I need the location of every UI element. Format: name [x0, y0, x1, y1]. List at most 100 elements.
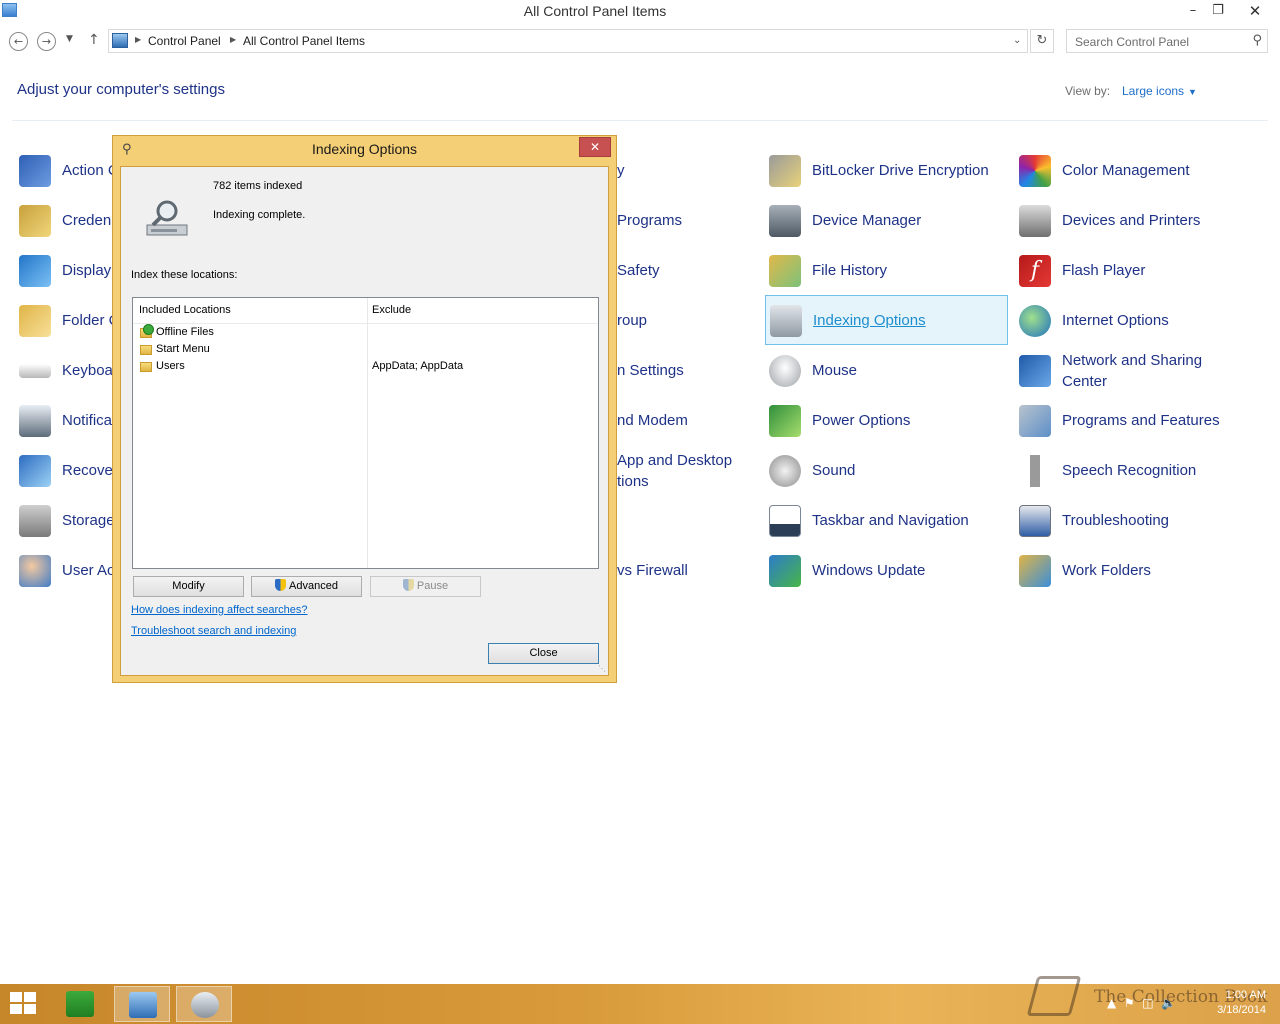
link-indexing-affect-searches[interactable]: How does indexing affect searches? [131, 604, 308, 616]
item-power-options[interactable]: Power Options [765, 396, 1008, 444]
item-device-manager[interactable]: Device Manager [765, 196, 1008, 244]
item-label: nd Modem [617, 412, 688, 429]
modify-button[interactable]: Modify [133, 576, 244, 597]
breadcrumb-separator-icon[interactable]: ▶ [135, 35, 141, 44]
list-item[interactable]: Users AppData; AppData [140, 360, 595, 377]
item-label: Devices and Printers [1062, 212, 1201, 229]
list-item[interactable]: Offline Files [140, 324, 595, 343]
recovery-icon [19, 455, 51, 487]
item-label: y [617, 162, 625, 179]
item-label: Folder C [62, 312, 120, 329]
microphone-icon [1019, 455, 1051, 487]
taskbar-indexing-options[interactable] [176, 986, 232, 1022]
folder-icon [19, 305, 51, 337]
globe-icon [1019, 305, 1051, 337]
dialog-body: 782 items indexed Indexing complete. Ind… [120, 166, 609, 676]
column-header-exclude[interactable]: Exclude [372, 304, 411, 316]
item-flash-player[interactable]: f Flash Player [1015, 246, 1265, 294]
taskbar-store[interactable] [52, 986, 108, 1022]
control-panel-icon [112, 33, 128, 48]
pause-button[interactable]: Pause [370, 576, 481, 597]
item-speech-recognition[interactable]: Speech Recognition [1015, 446, 1265, 494]
address-dropdown-icon[interactable]: ⌄ [1013, 35, 1021, 46]
location-name: Users [156, 360, 185, 372]
link-troubleshoot-search[interactable]: Troubleshoot search and indexing [131, 625, 296, 637]
item-devices-printers[interactable]: Devices and Printers [1015, 196, 1265, 244]
items-indexed-count: 782 items indexed [213, 180, 303, 192]
breadcrumb-all-items[interactable]: All Control Panel Items [243, 34, 365, 48]
resize-grip-icon[interactable]: ⋱ [598, 664, 606, 673]
search-input[interactable]: Search Control Panel ⚲ [1066, 29, 1268, 53]
item-label: User Ac [62, 562, 115, 579]
address-bar[interactable]: ▶ Control Panel ▶ All Control Panel Item… [108, 29, 1028, 53]
clock[interactable]: 1:00 AM 3/18/2014 [1200, 988, 1266, 1018]
refresh-button[interactable]: ↻ [1030, 29, 1054, 53]
item-label: Recove [62, 462, 113, 479]
indexing-status: Indexing complete. [213, 209, 306, 221]
advanced-label: Advanced [289, 580, 338, 592]
users-icon [19, 555, 51, 587]
item-label: Action C [62, 162, 119, 179]
item-label: Device Manager [812, 212, 922, 229]
start-button[interactable] [10, 992, 38, 1016]
printer-icon [1019, 205, 1051, 237]
divider [12, 120, 1268, 121]
offline-folder-icon [140, 324, 154, 338]
item-label: File History [812, 262, 888, 279]
breadcrumb-separator-icon[interactable]: ▶ [230, 35, 236, 44]
taskbar-control-panel[interactable] [114, 986, 170, 1022]
restore-button[interactable]: ❐ [1205, 0, 1231, 22]
item-troubleshooting[interactable]: Troubleshooting [1015, 496, 1265, 544]
item-internet-options[interactable]: Internet Options [1015, 296, 1265, 344]
item-network-sharing[interactable]: Network and Sharing Center [1015, 346, 1265, 394]
item-label: Notifica [62, 412, 113, 429]
keyboard-icon [19, 364, 51, 378]
minimize-button[interactable]: – [1180, 0, 1206, 22]
battery-icon [769, 405, 801, 437]
item-label: Mouse [812, 362, 858, 379]
item-sound[interactable]: Sound [765, 446, 1008, 494]
item-color-management[interactable]: Color Management [1015, 146, 1265, 194]
vault-icon [19, 205, 51, 237]
device-manager-icon [769, 205, 801, 237]
page-title: Adjust your computer's settings [17, 81, 225, 98]
item-label: Work Folders [1062, 562, 1151, 579]
location-name: Start Menu [156, 343, 210, 355]
item-work-folders[interactable]: Work Folders [1015, 546, 1265, 594]
item-label: Keyboa [62, 362, 113, 379]
item-label: BitLocker Drive Encryption [812, 162, 989, 179]
clock-date: 3/18/2014 [1217, 1004, 1266, 1016]
close-window-button[interactable]: ✕ [1232, 0, 1278, 22]
advanced-button[interactable]: Advanced [251, 576, 362, 597]
breadcrumb-control-panel[interactable]: Control Panel [148, 34, 221, 48]
item-windows-update[interactable]: Windows Update [765, 546, 1008, 594]
item-label: Troubleshooting [1062, 512, 1170, 529]
up-button[interactable]: ↑ [88, 32, 100, 48]
list-item[interactable]: Start Menu [140, 343, 595, 360]
drive-search-icon [146, 200, 188, 236]
recent-locations-dropdown[interactable]: ▼ [66, 34, 73, 44]
item-label: Safety [617, 262, 660, 279]
store-icon [66, 991, 94, 1017]
close-button[interactable]: Close [488, 643, 599, 664]
locations-list[interactable]: Included Locations Exclude Offline Files… [132, 297, 599, 569]
item-label: Programs and Features [1062, 412, 1220, 429]
indexing-icon [191, 992, 219, 1018]
forward-button[interactable]: → [37, 32, 56, 51]
column-header-included[interactable]: Included Locations [139, 304, 231, 316]
folder-icon [140, 345, 152, 355]
search-icon[interactable]: ⚲ [1252, 33, 1262, 48]
item-programs-features[interactable]: Programs and Features [1015, 396, 1265, 444]
item-mouse[interactable]: Mouse [765, 346, 1008, 394]
view-mode-dropdown[interactable]: Large icons ▼ [1122, 84, 1197, 98]
system-tray[interactable]: ▲ ⚑ ◫ 🔈 [1107, 996, 1176, 1010]
item-indexing-options[interactable]: Indexing Options [765, 295, 1008, 345]
item-taskbar-navigation[interactable]: Taskbar and Navigation [765, 496, 1008, 544]
speaker-icon [769, 455, 801, 487]
item-bitlocker[interactable]: BitLocker Drive Encryption [765, 146, 1008, 194]
shield-icon [275, 579, 287, 591]
back-button[interactable]: ← [9, 32, 28, 51]
flag-icon [19, 155, 51, 187]
item-file-history[interactable]: File History [765, 246, 1008, 294]
close-icon[interactable]: ✕ [579, 137, 611, 157]
